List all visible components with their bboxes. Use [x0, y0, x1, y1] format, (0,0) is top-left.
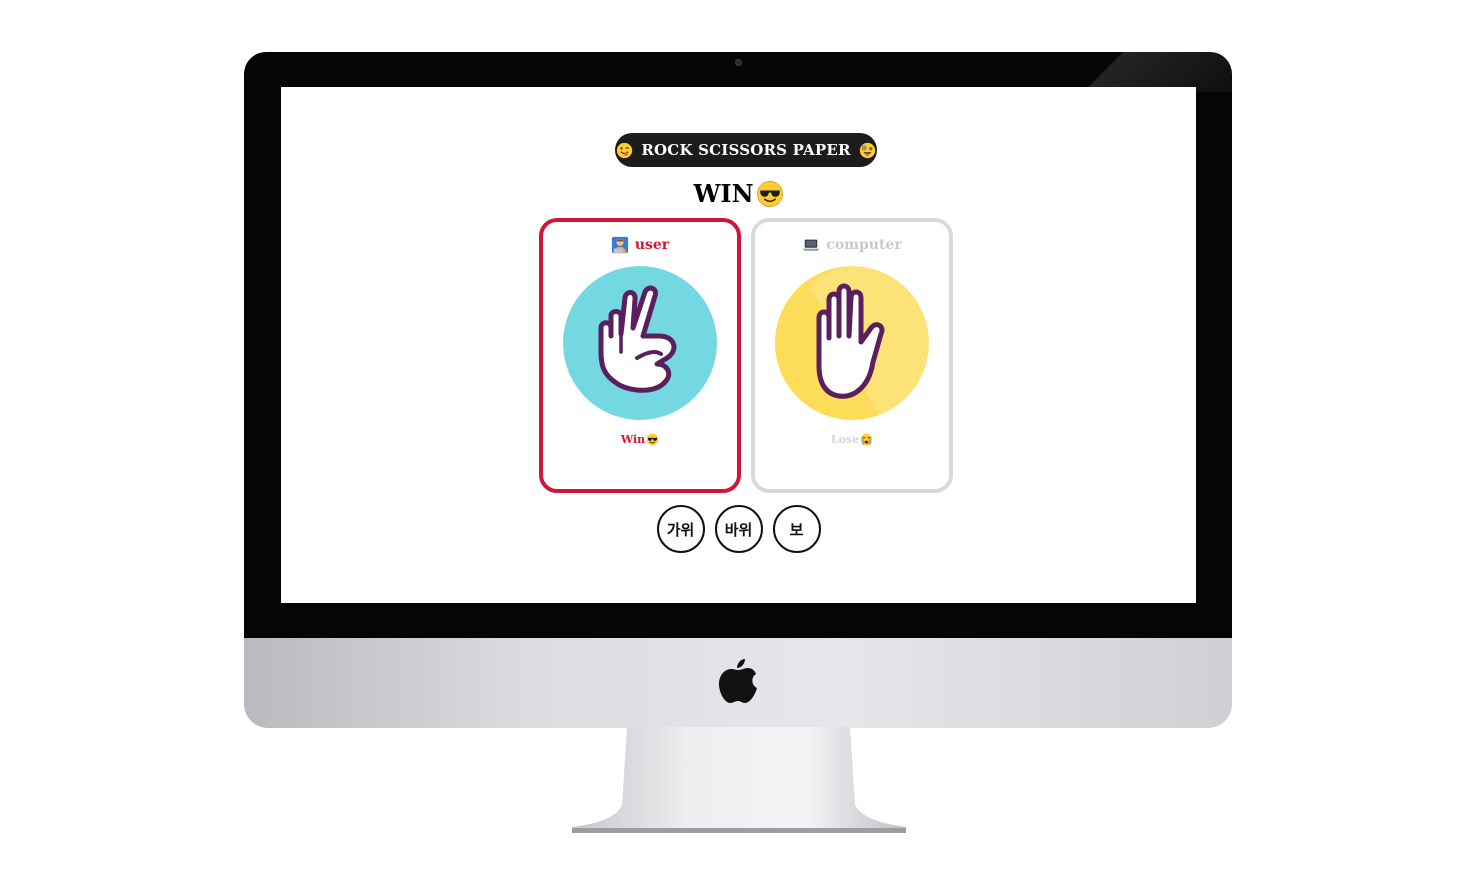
- user-card: user Win: [539, 218, 741, 493]
- choice-buttons: 가위 바위 보: [281, 505, 1196, 553]
- scissors-hand-icon: [598, 285, 677, 393]
- tongue-wink-face-icon: [617, 142, 633, 158]
- computer-card: computer Lose: [751, 218, 953, 493]
- result-text: WIN: [693, 179, 754, 208]
- computer-outcome-text: Lose: [830, 433, 860, 446]
- person-at-laptop-icon: [611, 236, 628, 254]
- computer-card-header: computer: [755, 236, 949, 254]
- apple-logo-icon: [719, 659, 757, 703]
- app-title: ROCK SCISSORS PAPER: [641, 141, 851, 159]
- user-choice-circle: [563, 266, 717, 420]
- rock-button[interactable]: 바위: [714, 505, 763, 553]
- scissors-button[interactable]: 가위: [656, 505, 705, 553]
- round-result: WIN: [281, 179, 1196, 208]
- sunglasses-face-icon: [756, 180, 783, 207]
- sunglasses-face-icon: [646, 433, 659, 446]
- user-outcome-text: Win: [620, 433, 646, 446]
- app-title-badge: ROCK SCISSORS PAPER: [615, 133, 877, 167]
- app-screen: ROCK SCISSORS PAPER WIN user Win compute…: [281, 87, 1196, 603]
- computer-choice-circle: [775, 266, 929, 420]
- paper-hand-icon: [816, 283, 885, 399]
- computer-outcome: Lose: [755, 433, 949, 446]
- bezel-glare: [1022, 52, 1232, 92]
- user-label: user: [634, 237, 670, 253]
- crying-face-icon: [860, 433, 873, 446]
- paper-button[interactable]: 보: [772, 505, 821, 553]
- user-outcome: Win: [543, 433, 737, 446]
- monitor-stand: [572, 727, 906, 833]
- laptop-icon: [803, 239, 820, 251]
- computer-label: computer: [826, 237, 902, 253]
- user-card-header: user: [543, 236, 737, 254]
- webcam-icon: [735, 59, 742, 66]
- zany-face-icon: [859, 142, 875, 158]
